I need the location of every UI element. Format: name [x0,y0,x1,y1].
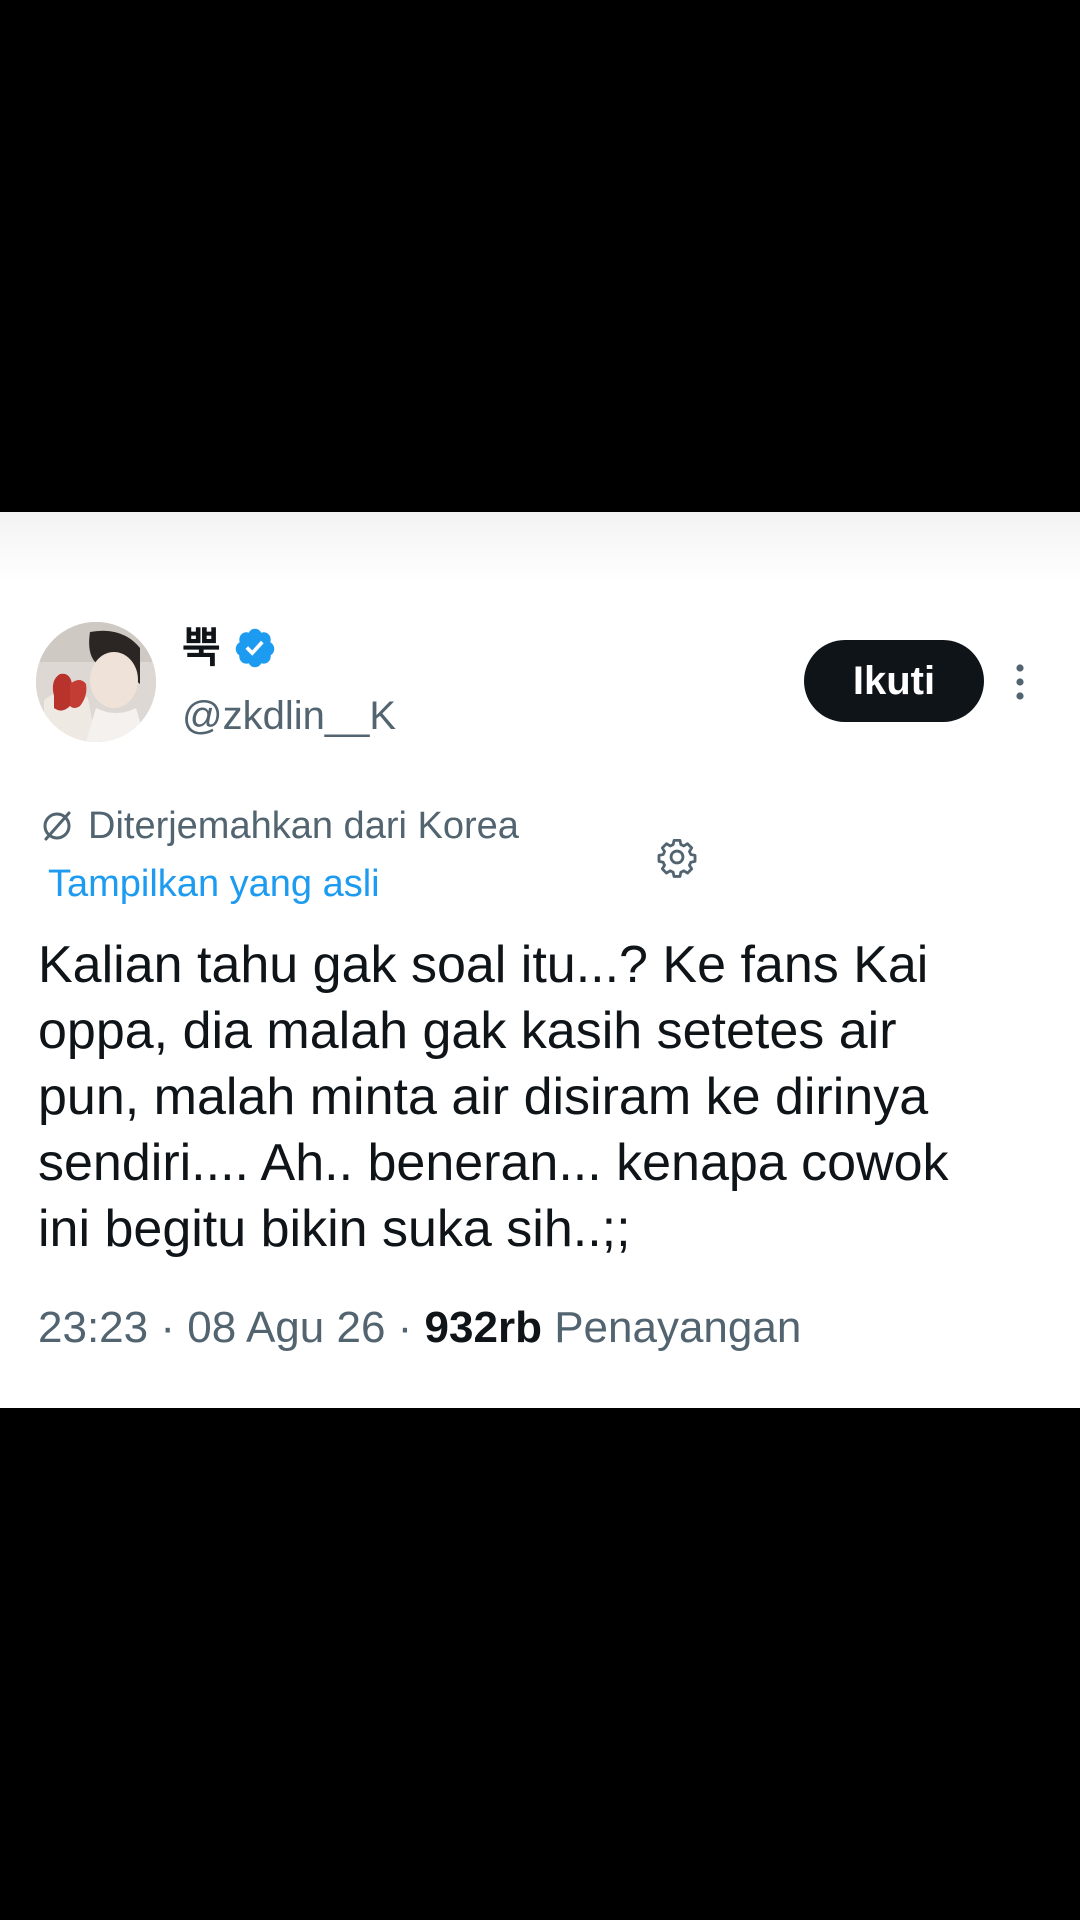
tweet-time[interactable]: 23:23 [38,1303,148,1352]
tweet-text: Kalian tahu gak soal itu...? Ke fans Kai… [38,936,949,1258]
author-display-name[interactable]: 뿍 [182,624,221,672]
views-label: Penayangan [554,1303,802,1352]
translation-notice: Diterjemahkan dari Korea [40,804,519,848]
show-original-link[interactable]: Tampilkan yang asli [48,862,380,906]
meta-separator: · [385,1303,425,1352]
tweet-meta: 23:23 · 08 Agu 26 · 932rb Penayangan [38,1300,801,1356]
more-vertical-icon[interactable] [1006,658,1034,706]
avatar-photo [36,622,156,742]
follow-button[interactable]: Ikuti [804,640,984,722]
gear-icon[interactable] [656,836,698,878]
translation-notice-text: Diterjemahkan dari Korea [88,805,519,847]
card-top-shade [0,512,1080,582]
letterbox-top [0,0,1080,512]
author-handle[interactable]: @zkdlin__K [182,692,396,740]
tweet-card: 뿍 @zkdlin__K Ikuti Diterjemahkan dari Ko… [0,512,1080,1408]
avatar[interactable] [36,622,156,742]
verified-badge-icon [235,628,274,668]
tweet-date[interactable]: 08 Agu 26 [187,1303,385,1352]
author-display-name-row[interactable]: 뿍 [182,624,277,672]
views-count[interactable]: 932rb [425,1303,542,1352]
translate-icon [43,811,71,841]
letterbox-bottom [0,1408,1080,1920]
meta-separator: · [148,1303,188,1352]
